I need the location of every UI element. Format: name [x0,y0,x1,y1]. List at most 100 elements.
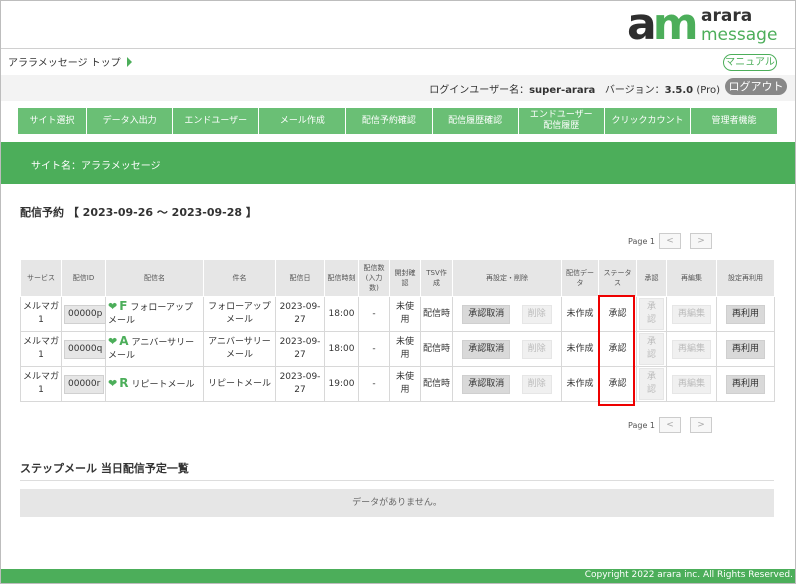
cell-reuse: 再利用 [716,331,775,367]
version-number: 3.5.0 [664,85,694,96]
nav-admin[interactable]: 管理者機能 [691,108,777,134]
cell-service: メルマガ1 [20,331,62,367]
pager-prev-button[interactable]: < [659,233,681,249]
manual-button[interactable]: マニュアル [723,54,777,71]
delete-button[interactable]: 削除 [521,339,552,359]
cell-data: 未作成 [561,296,599,332]
cell-actions: 承認取消 削除 [452,331,562,367]
col-header: 再設定・削除 [452,259,562,297]
login-name: super-arara [529,85,596,96]
nav-history-check[interactable]: 配信履歴確認 [433,108,519,134]
logo-mark: am [627,0,699,50]
cancel-approval-button[interactable]: 承認取消 [462,339,511,359]
cell-date: 2023-09-27 [275,366,325,402]
delivery-id: 00000r [64,374,105,394]
cell-tsv: 配信時 [420,296,453,332]
cell-subject: アニバーサリーメール [203,331,276,367]
cell-data: 未作成 [561,366,599,402]
approve-button[interactable]: 承認 [639,298,664,330]
delete-button[interactable]: 削除 [521,374,552,394]
cell-open: 未使用 [389,296,421,332]
col-header: ステータス [598,259,637,297]
cell-reuse: 再利用 [716,366,775,402]
col-header: 設定再利用 [716,259,775,297]
copyright: Copyright 2022 arara inc. All Rights Res… [584,570,793,580]
pager-next-button[interactable]: > [690,233,712,249]
reuse-button[interactable]: 再利用 [725,339,765,359]
reedit-button[interactable]: 再編集 [671,339,711,359]
logo-word-message: message [701,25,778,45]
cell-open: 未使用 [389,366,421,402]
version-label: バージョン： [604,85,665,96]
reuse-button[interactable]: 再利用 [725,374,765,394]
col-header: 再編集 [666,259,717,297]
cell-data: 未作成 [561,331,599,367]
delete-button[interactable]: 削除 [521,304,552,324]
logo-word-arara: arara [701,6,753,26]
cell-open: 未使用 [389,331,421,367]
cell-id: 00000q [61,331,107,367]
user-info: ログインユーザー名：super-arara バージョン：3.5.0 (Pro) [429,81,720,96]
reservation-table: サービス 配信ID 配信名 件名 配信日 配信時刻 配信数(入力数) 開封確認 … [20,259,775,402]
approve-button[interactable]: 承認 [639,333,664,365]
cell-name: ❤ R リピートメール [105,366,204,402]
table-row: メルマガ1 00000r ❤ R リピートメール リピートメール 2023-09-2… [20,366,775,402]
nav-end-user-history-label: エンドユーザー配信履歴 [529,110,593,131]
nav-end-user[interactable]: エンドユーザー [173,108,260,134]
col-header: 配信ID [61,259,106,297]
approve-button[interactable]: 承認 [639,368,664,400]
arara-message-logo[interactable]: am arara message [627,0,787,50]
pager-prev-button[interactable]: < [659,417,681,433]
edition-label: (Pro) [696,85,720,96]
nav-end-user-history[interactable]: エンドユーザー配信履歴 [519,108,605,134]
table-row: メルマガ1 00000q ❤ A アニバーサリーメール アニバーサリーメール 202… [20,331,775,367]
cell-approve: 承認 [636,366,667,402]
logout-button[interactable]: ログアウト [725,78,787,95]
col-header: 承認 [636,259,667,297]
cell-approve: 承認 [636,296,667,332]
pager-label: Page 1 [628,237,655,246]
cell-count: - [358,331,390,367]
triangle-right-icon [126,57,132,67]
col-header: 件名 [203,259,276,297]
breadcrumb-home-label[interactable]: アララメッセージ トップ [8,58,121,69]
breadcrumb[interactable]: アララメッセージ トップ [8,54,132,69]
cell-time: 19:00 [324,366,359,402]
nav-site-select[interactable]: サイト選択 [18,108,87,134]
cell-count: - [358,296,390,332]
cell-tsv: 配信時 [420,331,453,367]
heart-icon: ❤ [108,335,118,348]
reuse-button[interactable]: 再利用 [725,304,765,324]
cell-service: メルマガ1 [20,296,62,332]
pager-top: Page 1 < > [628,233,712,249]
no-data-message: データがありません。 [20,489,774,517]
nav-mail-create[interactable]: メール作成 [259,108,347,134]
cell-reedit: 再編集 [666,331,717,367]
cell-time: 18:00 [324,331,359,367]
cell-service: メルマガ1 [20,366,62,402]
reedit-button[interactable]: 再編集 [671,374,711,394]
col-header: 開封確認 [389,259,421,297]
delivery-name: リピートメール [131,379,195,390]
follow-up-tag-icon: F [119,299,128,313]
cell-reedit: 再編集 [666,366,717,402]
cancel-approval-button[interactable]: 承認取消 [462,374,511,394]
heart-icon: ❤ [108,376,118,390]
repeat-tag-icon: R [119,375,129,390]
pager-next-button[interactable]: > [690,417,712,433]
nav-reservation-check[interactable]: 配信予約確認 [346,108,433,134]
cancel-approval-button[interactable]: 承認取消 [462,304,511,324]
cell-subject: リピートメール [203,366,276,402]
reedit-button[interactable]: 再編集 [671,304,711,324]
site-name-band: サイト名：アララメッセージ [1,142,795,184]
col-header: 配信日 [275,259,325,297]
pager-label: Page 1 [628,421,655,430]
cell-subject: フォローアップメール [203,296,276,332]
pager-bottom: Page 1 < > [628,417,712,433]
nav-data-io[interactable]: データ入出力 [87,108,174,134]
nav-click-count[interactable]: クリックカウント [605,108,692,134]
site-name: サイト名：アララメッセージ [31,161,161,172]
table-header-row: サービス 配信ID 配信名 件名 配信日 配信時刻 配信数(入力数) 開封確認 … [20,259,775,297]
cell-actions: 承認取消 削除 [452,296,562,332]
step-mail-title: ステップメール 当日配信予定一覧 [20,462,189,475]
